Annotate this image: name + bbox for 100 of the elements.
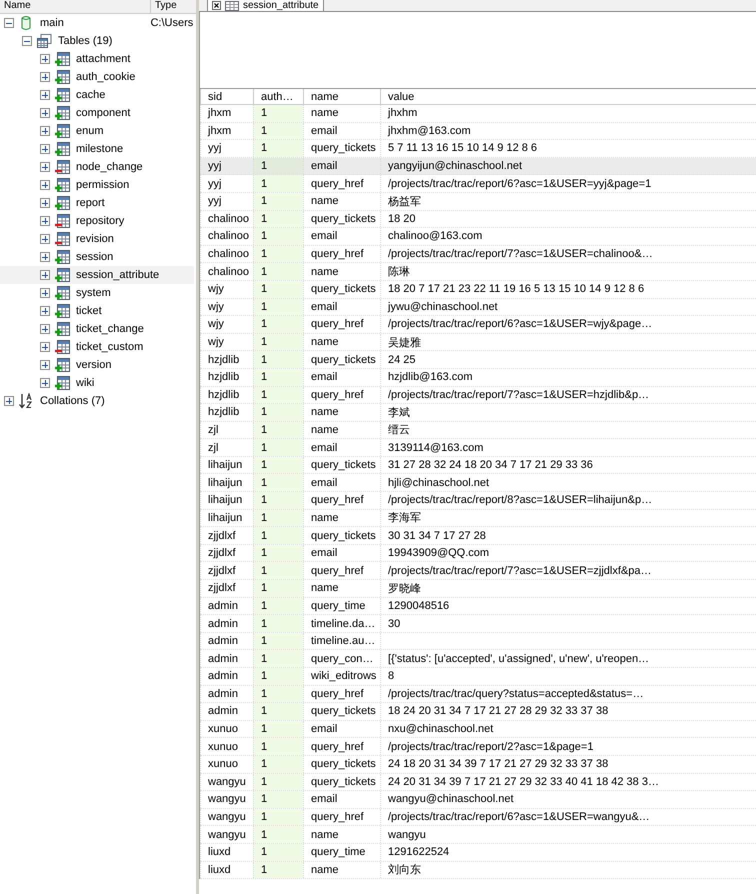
expand-icon[interactable] [40, 270, 50, 280]
tree-item[interactable]: attachment [0, 50, 147, 68]
value-cell-text: 吴婕雅 [388, 336, 421, 350]
column-header[interactable]: auth… [253, 89, 303, 104]
table-row[interactable]: lihaijun 1 query_tickets 31 27 28 32 24 18 20 34 7 17 21 29 33 36 [200, 456, 756, 474]
column-header[interactable]: name [303, 89, 380, 104]
table-row[interactable]: jhxm 1 email jhxhm@163.com [200, 122, 756, 140]
expand-icon[interactable] [40, 126, 50, 136]
expand-icon[interactable] [40, 324, 50, 334]
table-row[interactable]: lihaijun 1 email hjli@chinaschool.net [200, 474, 756, 492]
tree-item[interactable]: cache [0, 86, 147, 104]
table-row[interactable]: wangyu 1 query_href /projects/trac/trac/report/6?asc=1&USER=wangyu&… [200, 808, 756, 826]
column-header[interactable]: sid [200, 89, 253, 104]
expand-icon[interactable] [40, 360, 50, 370]
table-row[interactable]: hzjdlib 1 email hzjdlib@163.com [200, 368, 756, 386]
table-row[interactable]: zjl 1 email 3139114@163.com [200, 439, 756, 457]
authenticated-cell: 1 [261, 740, 268, 753]
tree-item[interactable]: node_change [0, 158, 147, 176]
expand-icon[interactable] [40, 378, 50, 388]
column-header[interactable]: Name [0, 0, 151, 13]
table-row[interactable]: hzjdlib 1 query_tickets 24 25 [200, 351, 756, 369]
table-row[interactable]: lihaijun 1 name 李海军 [200, 510, 756, 528]
table-row[interactable]: chalinoo 1 name 陈琳 [200, 263, 756, 281]
expand-icon[interactable] [40, 72, 50, 82]
table-row[interactable]: zjjdlxf 1 query_tickets 30 31 34 7 17 27 28 [200, 527, 756, 545]
table-row[interactable]: liuxd 1 query_time 1291622524 [200, 844, 756, 862]
table-row[interactable]: chalinoo 1 email chalinoo@163.com [200, 228, 756, 246]
expand-icon[interactable] [40, 198, 50, 208]
expand-icon[interactable] [40, 252, 50, 262]
name-cell: name [311, 107, 339, 120]
table-row[interactable]: admin 1 timeline.da… 30 [200, 615, 756, 633]
tree-item[interactable]: session_attribute [0, 266, 194, 284]
tree-item[interactable]: session [0, 248, 147, 266]
expand-icon[interactable] [4, 396, 14, 406]
tree-item[interactable]: report [0, 194, 147, 212]
collapse-icon[interactable] [4, 18, 14, 28]
expand-icon[interactable] [40, 234, 50, 244]
tree-item[interactable]: ticket_change [0, 320, 147, 338]
expand-icon[interactable] [40, 144, 50, 154]
table-row[interactable]: jhxm 1 name jhxhm [200, 105, 756, 123]
table-row[interactable]: yyj 1 name 杨益军 [200, 192, 756, 211]
tree-item[interactable]: repository [0, 212, 147, 230]
table-row[interactable]: zjl 1 name 缙云 [200, 422, 756, 440]
table-row[interactable]: xunuo 1 query_href /projects/trac/trac/report/2?asc=1&page=1 [200, 738, 756, 756]
tree-item[interactable]: Tables (19) [0, 32, 147, 50]
table-row[interactable]: wjy 1 query_tickets 18 20 7 17 21 23 22 11 19 16 5 13 15 10 14 9 12 8 6 [200, 280, 756, 299]
table-row[interactable]: admin 1 query_con… [{'status': [u'accepted', u'assigned', u'new', u'reopen… [200, 650, 756, 668]
column-header[interactable]: Type [151, 0, 177, 13]
name-cell: email [311, 547, 338, 560]
expand-icon[interactable] [40, 306, 50, 316]
table-row[interactable]: chalinoo 1 query_href /projects/trac/trac/report/7?asc=1&USER=chalinoo&… [200, 246, 756, 264]
table-row[interactable]: yyj 1 email yangyijun@chinaschool.net [200, 158, 756, 176]
table-row[interactable]: chalinoo 1 query_tickets 18 20 [200, 210, 756, 228]
expand-icon[interactable] [40, 180, 50, 190]
table-row[interactable]: wangyu 1 email wangyu@chinaschool.net [200, 791, 756, 809]
collapse-icon[interactable] [22, 36, 32, 46]
tree-item[interactable]: ticket [0, 302, 147, 320]
tree-item[interactable]: main [0, 14, 146, 32]
value-cell: /projects/trac/trac/report/2?asc=1&page=1 [388, 740, 594, 753]
table-row[interactable]: wjy 1 name 吴婕雅 [200, 334, 756, 352]
tree-item[interactable]: revision [0, 230, 147, 248]
table-row[interactable]: xunuo 1 query_tickets 24 18 20 31 34 39 7 17 21 27 29 32 33 37 38 [200, 756, 756, 774]
tab[interactable]: session_attribute [207, 0, 324, 12]
table-row[interactable]: yyj 1 query_href /projects/trac/trac/report/6?asc=1&USER=yyj&page=1 [200, 175, 756, 193]
tree-item[interactable]: ticket_custom [0, 338, 147, 356]
table-row[interactable]: wjy 1 email jywu@chinaschool.net [200, 298, 756, 316]
tree-item[interactable]: permission [0, 176, 147, 194]
tree-item[interactable]: enum [0, 122, 147, 140]
table-row[interactable]: admin 1 timeline.au… [200, 632, 756, 650]
table-row[interactable]: hzjdlib 1 query_href /projects/trac/trac/report/7?asc=1&USER=hzjdlib&p… [200, 386, 756, 404]
table-row[interactable]: wangyu 1 name wangyu [200, 826, 756, 844]
tree-item[interactable]: system [0, 284, 147, 302]
table-row[interactable]: admin 1 query_href /projects/trac/trac/query?status=accepted&status=… [200, 686, 756, 704]
table-row[interactable]: xunuo 1 email nxu@chinaschool.net [200, 720, 756, 738]
close-icon[interactable] [212, 1, 221, 10]
tree-item[interactable]: auth_cookie [0, 68, 147, 86]
tree-item[interactable]: wiki [0, 374, 147, 392]
expand-icon[interactable] [40, 342, 50, 352]
expand-icon[interactable] [40, 216, 50, 226]
table-row[interactable]: wjy 1 query_href /projects/trac/trac/report/6?asc=1&USER=wjy&page… [200, 316, 756, 334]
expand-icon[interactable] [40, 90, 50, 100]
tree-item[interactable]: milestone [0, 140, 147, 158]
table-row[interactable]: zjjdlxf 1 query_href /projects/trac/trac/report/7?asc=1&USER=zjjdlxf&pa… [200, 562, 756, 580]
tree-item[interactable]: component [0, 104, 147, 122]
table-row[interactable]: hzjdlib 1 name 李斌 [200, 404, 756, 422]
table-row[interactable]: admin 1 wiki_editrows 8 [200, 668, 756, 686]
column-header[interactable]: value [380, 89, 662, 104]
table-row[interactable]: zjjdlxf 1 name 罗晓峰 [200, 580, 756, 598]
expand-icon[interactable] [40, 54, 50, 64]
table-row[interactable]: liuxd 1 name 刘向东 [200, 862, 756, 880]
expand-icon[interactable] [40, 162, 50, 172]
table-row[interactable]: zjjdlxf 1 email 19943909@QQ.com [200, 544, 756, 562]
table-row[interactable]: admin 1 query_time 1290048516 [200, 598, 756, 616]
expand-icon[interactable] [40, 288, 50, 298]
tree-item[interactable]: Collations (7) [0, 392, 146, 410]
table-row[interactable]: admin 1 query_tickets 18 24 20 31 34 7 17 21 27 28 29 32 33 37 38 [200, 703, 756, 721]
table-row[interactable]: wangyu 1 query_tickets 24 20 31 34 39 7 17 21 27 29 32 33 40 41 18 42 38 3… [200, 774, 756, 792]
tree-item[interactable]: version [0, 356, 147, 374]
table-row[interactable]: lihaijun 1 query_href /projects/trac/trac/report/8?asc=1&USER=lihaijun&p… [200, 492, 756, 510]
expand-icon[interactable] [40, 108, 50, 118]
